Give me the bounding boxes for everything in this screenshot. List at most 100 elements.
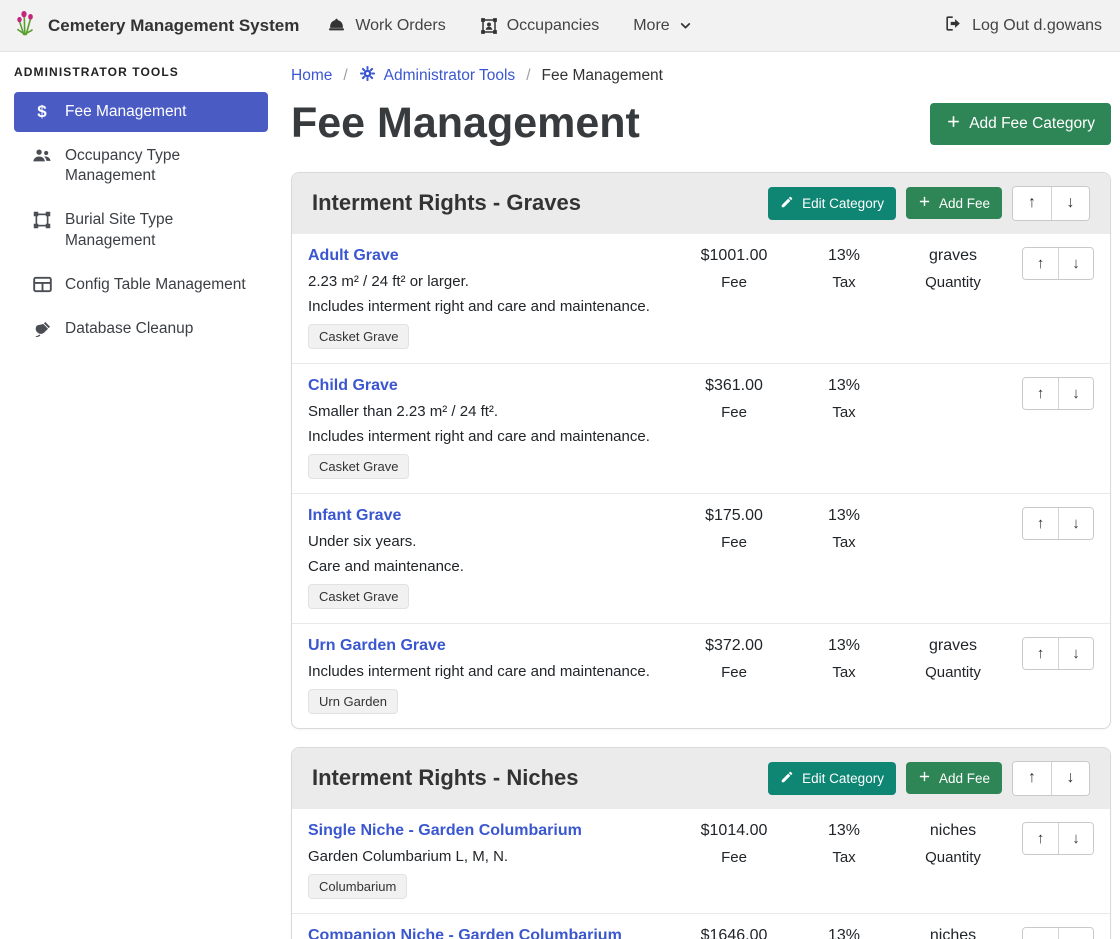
fee-amount: $361.00 Fee [674, 377, 794, 421]
gear-icon [359, 65, 376, 87]
move-fee-down-button[interactable]: ↓ [1058, 928, 1093, 939]
tulip-logo-icon [14, 8, 38, 43]
sidebar-item-burial-site-type-management[interactable]: Burial Site Type Management [14, 200, 268, 260]
fee-info: Child Grave Smaller than 2.23 m² / 24 ft… [308, 377, 674, 479]
breadcrumb: Home / [291, 65, 1111, 87]
fee-amount: $175.00 Fee [674, 507, 794, 551]
sidebar-item-label: Database Cleanup [65, 319, 193, 339]
fee-tax: 13% Tax [794, 822, 894, 866]
add-fee-button[interactable]: Add Fee [906, 187, 1002, 219]
main-content: Home / [280, 52, 1120, 939]
person-frame-icon [480, 17, 498, 35]
move-fee-down-button[interactable]: ↓ [1058, 508, 1093, 539]
sidebar-item-database-cleanup[interactable]: Database Cleanup [14, 309, 268, 349]
fee-description: Includes interment right and care and ma… [308, 298, 674, 315]
sidebar-item-label: Fee Management [65, 102, 187, 122]
plus-icon [946, 114, 961, 134]
sidebar-item-label: Occupancy Type Management [65, 146, 256, 186]
category-reorder-group: ↑ ↓ [1012, 186, 1090, 221]
move-fee-up-button[interactable]: ↑ [1023, 248, 1058, 279]
pencil-icon [780, 770, 794, 787]
nav-more-label: More [633, 17, 669, 35]
breadcrumb-admin-tools[interactable]: Administrator Tools [359, 65, 516, 87]
move-category-down-button[interactable]: ↓ [1051, 762, 1089, 795]
sidebar-item-fee-management[interactable]: $ Fee Management [14, 92, 268, 132]
fee-type-badge: Casket Grave [308, 584, 409, 609]
fee-description: Care and maintenance. [308, 558, 674, 575]
fee-description: 2.23 m² / 24 ft² or larger. [308, 273, 674, 290]
fee-row: Child Grave Smaller than 2.23 m² / 24 ft… [292, 363, 1110, 493]
move-category-down-button[interactable]: ↓ [1051, 187, 1089, 220]
fee-info: Adult Grave 2.23 m² / 24 ft² or larger. … [308, 247, 674, 349]
fee-quantity: niches Quantity [894, 822, 1012, 866]
fee-type-badge: Urn Garden [308, 689, 398, 714]
fee-reorder-group: ↑ ↓ [1022, 637, 1094, 670]
fee-reorder-group: ↑ ↓ [1022, 822, 1094, 855]
logout-label: Log Out d.gowans [972, 17, 1102, 35]
fee-name-link[interactable]: Single Niche - Garden Columbarium [308, 822, 674, 840]
move-fee-up-button[interactable]: ↑ [1023, 928, 1058, 939]
main-nav: Work Orders Occupancies More [327, 16, 944, 35]
pencil-icon [780, 195, 794, 212]
fee-info: Single Niche - Garden Columbarium Garden… [308, 822, 674, 899]
fee-reorder-group: ↑ ↓ [1022, 247, 1094, 280]
dollar-icon: $ [32, 103, 52, 120]
sidebar-item-config-table-management[interactable]: Config Table Management [14, 265, 268, 305]
nav-work-orders-label: Work Orders [355, 17, 445, 35]
nav-work-orders[interactable]: Work Orders [327, 16, 445, 35]
move-fee-up-button[interactable]: ↑ [1023, 378, 1058, 409]
fee-type-badge: Casket Grave [308, 454, 409, 479]
sidebar-item-occupancy-type-management[interactable]: Occupancy Type Management [14, 136, 268, 196]
fee-description: Smaller than 2.23 m² / 24 ft². [308, 403, 674, 420]
app-title: Cemetery Management System [48, 16, 299, 36]
top-navbar: Cemetery Management System Work Orders [0, 0, 1120, 52]
move-fee-down-button[interactable]: ↓ [1058, 638, 1093, 669]
edit-category-button[interactable]: Edit Category [768, 762, 896, 795]
add-fee-label: Add Fee [939, 196, 990, 211]
app-brand: Cemetery Management System [14, 8, 299, 43]
edit-category-button[interactable]: Edit Category [768, 187, 896, 220]
move-category-up-button[interactable]: ↑ [1013, 187, 1051, 220]
add-fee-label: Add Fee [939, 771, 990, 786]
sidebar-item-label: Config Table Management [65, 275, 246, 295]
fee-name-link[interactable]: Adult Grave [308, 247, 674, 265]
fee-row: Companion Niche - Garden Columbarium Gar… [292, 913, 1110, 939]
sidebar-item-label: Burial Site Type Management [65, 210, 256, 250]
move-category-up-button[interactable]: ↑ [1013, 762, 1051, 795]
breadcrumb-home[interactable]: Home [291, 67, 332, 85]
fee-description: Garden Columbarium L, M, N. [308, 848, 674, 865]
category-title: Interment Rights - Graves [312, 190, 768, 216]
fee-category-card: Interment Rights - Niches Edit Category … [291, 747, 1111, 939]
fee-amount: $1001.00 Fee [674, 247, 794, 291]
sidebar-heading: ADMINISTRATOR TOOLS [14, 65, 268, 79]
fee-name-link[interactable]: Child Grave [308, 377, 674, 395]
fee-description: Under six years. [308, 533, 674, 550]
move-fee-down-button[interactable]: ↓ [1058, 248, 1093, 279]
fee-name-link[interactable]: Urn Garden Grave [308, 637, 674, 655]
plus-icon [918, 770, 931, 786]
move-fee-down-button[interactable]: ↓ [1058, 823, 1093, 854]
crop-frame-icon [32, 211, 52, 229]
fee-name-link[interactable]: Infant Grave [308, 507, 674, 525]
nav-more[interactable]: More [633, 17, 691, 35]
fee-reorder-group: ↑ ↓ [1022, 507, 1094, 540]
move-fee-up-button[interactable]: ↑ [1023, 638, 1058, 669]
move-fee-down-button[interactable]: ↓ [1058, 378, 1093, 409]
fee-row: Adult Grave 2.23 m² / 24 ft² or larger. … [292, 234, 1110, 363]
add-fee-button[interactable]: Add Fee [906, 762, 1002, 794]
fee-row: Infant Grave Under six years. Care and m… [292, 493, 1110, 623]
fee-tax: 13% Tax [794, 247, 894, 291]
chevron-down-icon [679, 19, 692, 32]
fee-description: Includes interment right and care and ma… [308, 663, 674, 680]
move-fee-up-button[interactable]: ↑ [1023, 508, 1058, 539]
people-icon [32, 147, 52, 164]
table-icon [32, 276, 52, 293]
fee-row: Urn Garden Grave Includes interment righ… [292, 623, 1110, 728]
add-fee-category-button[interactable]: Add Fee Category [930, 103, 1111, 145]
move-fee-up-button[interactable]: ↑ [1023, 823, 1058, 854]
fee-name-link[interactable]: Companion Niche - Garden Columbarium [308, 927, 674, 939]
logout-icon [944, 14, 963, 38]
fee-amount: $1014.00 Fee [674, 822, 794, 866]
nav-occupancies[interactable]: Occupancies [480, 17, 600, 35]
logout-button[interactable]: Log Out d.gowans [944, 14, 1102, 38]
